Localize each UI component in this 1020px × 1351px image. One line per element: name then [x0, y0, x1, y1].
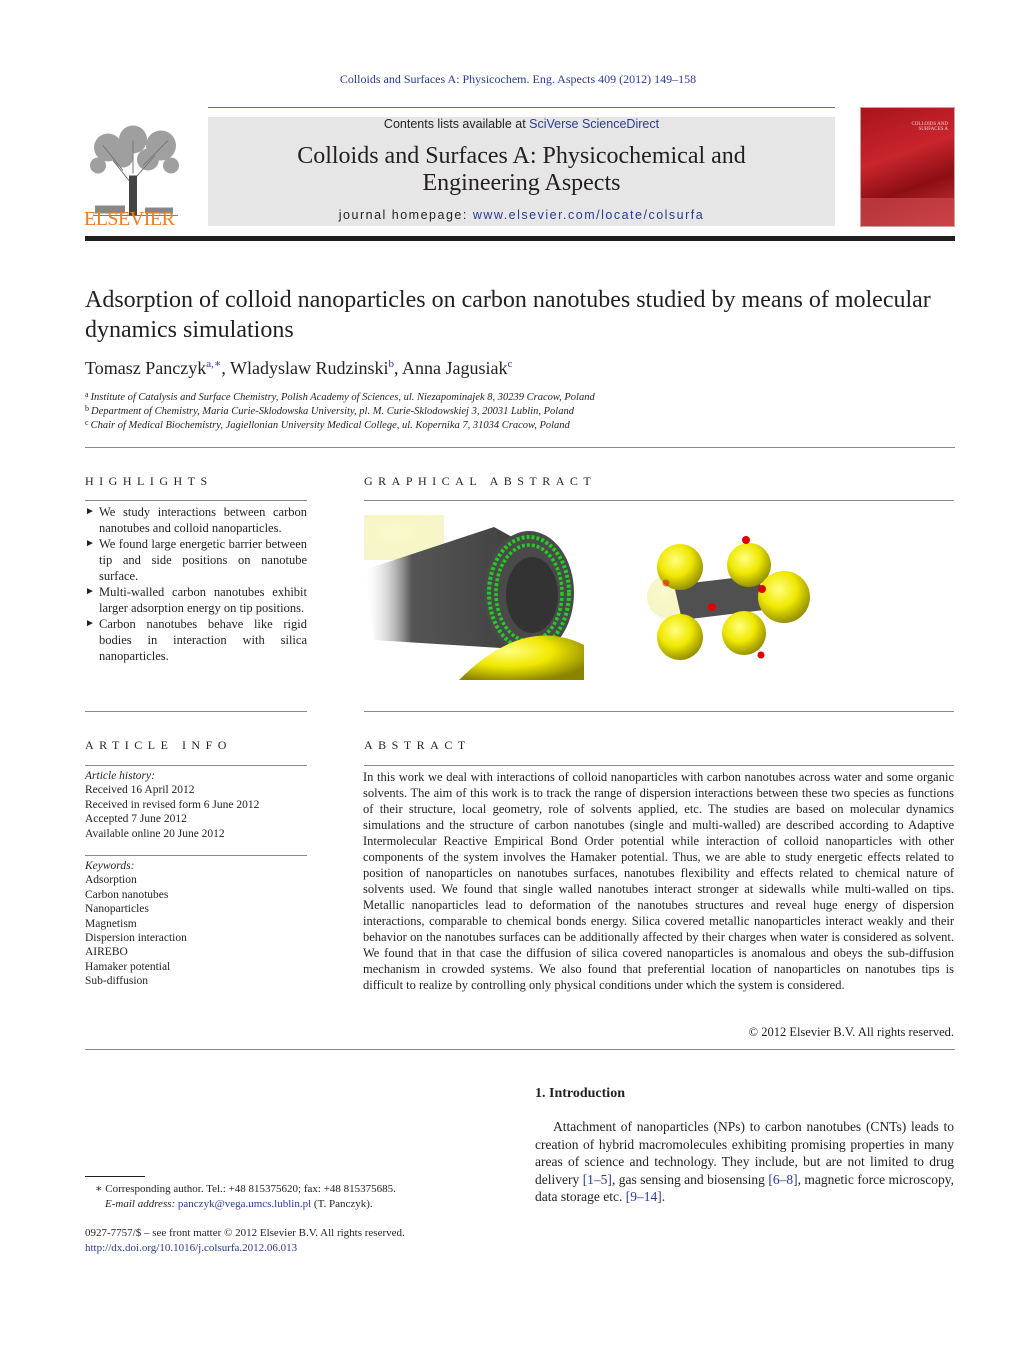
email-label: E-mail address: — [105, 1198, 178, 1210]
introduction-paragraph: Attachment of nanoparticles (NPs) to car… — [535, 1118, 954, 1206]
graphical-abstract-image[interactable] — [364, 515, 954, 680]
page-footer: 0927-7757/$ – see front matter © 2012 El… — [85, 1226, 405, 1256]
corresponding-author-footnote: ∗ Corresponding author. Tel.: +48 815375… — [95, 1182, 396, 1212]
graphical-abstract-rule — [364, 500, 954, 501]
affiliation-c: c Chair of Medical Biochemistry, Jagiello… — [85, 418, 570, 431]
email-link[interactable]: panczyk@vega.umcs.lublin.pl — [178, 1198, 311, 1210]
homepage-prefix: journal homepage: — [338, 208, 473, 222]
journal-title[interactable]: Colloids and Surfaces A: Physicochemical… — [208, 143, 835, 197]
history-item: Received in revised form 6 June 2012 — [85, 798, 260, 811]
email-suffix: (T. Panczyk). — [311, 1198, 373, 1210]
author-list: Tomasz Panczyka,∗, Wladyslaw Rudzinskib,… — [85, 358, 513, 378]
yellow-nanoparticle — [758, 571, 810, 623]
sciencedirect-link[interactable]: SciVerse ScienceDirect — [529, 117, 659, 131]
affiliation-mark: a — [85, 390, 89, 399]
citation-link[interactable]: [1–5] — [583, 1172, 612, 1187]
affiliation-text: Department of Chemistry, Maria Curie-Skl… — [91, 406, 574, 417]
author-affiliation-mark[interactable]: c — [507, 358, 512, 370]
elsevier-wordmark: ELSEVIER — [84, 208, 175, 230]
history-item: Available online 20 June 2012 — [85, 827, 225, 840]
citation-link[interactable]: [6–8] — [768, 1172, 797, 1187]
cover-band — [861, 198, 954, 226]
highlight-item: We found large energetic barrier between… — [85, 536, 307, 584]
highlights-bottom-rule — [85, 711, 307, 712]
author-affiliation-mark[interactable]: a,∗ — [206, 358, 221, 370]
author-name[interactable]: Wladyslaw Rudzinski — [230, 358, 388, 378]
nanotube-inner-hole — [506, 557, 558, 633]
keywords-rule — [85, 855, 307, 856]
footnote-rule — [85, 1176, 145, 1177]
yellow-nanoparticle — [722, 611, 766, 655]
article-title: Adsorption of colloid nanoparticles on c… — [85, 287, 931, 343]
running-head[interactable]: Colloids and Surfaces A: Physicochem. En… — [0, 72, 1020, 87]
author-affiliation-mark[interactable]: b — [388, 358, 394, 370]
footnote-text: Corresponding author. Tel.: +48 81537562… — [105, 1183, 396, 1195]
author-name[interactable]: Tomasz Panczyk — [85, 358, 206, 378]
article-info-rule — [85, 765, 307, 766]
highlights-heading: HIGHLIGHTS — [85, 474, 213, 488]
highlight-item: Multi-walled carbon nanotubes exhibit la… — [85, 584, 307, 616]
keyword: Nanoparticles — [85, 903, 149, 916]
contents-prefix: Contents lists available at — [383, 117, 530, 131]
keyword: AIREBO — [85, 946, 128, 959]
keyword: Carbon nanotubes — [85, 888, 169, 901]
keywords-label: Keywords: — [85, 860, 135, 872]
affiliation-text: Institute of Catalysis and Surface Chemi… — [90, 392, 595, 403]
abstract-heading: ABSTRACT — [364, 738, 471, 752]
abstract-rule — [364, 765, 954, 766]
journal-title-line1: Colloids and Surfaces A: Physicochemical… — [297, 143, 746, 169]
highlight-item: We study interactions between carbon nan… — [85, 504, 307, 536]
keywords: Keywords: Adsorption Carbon nanotubes Na… — [85, 859, 307, 989]
keyword: Sub-diffusion — [85, 975, 149, 988]
intro-text: , gas sensing and biosensing — [611, 1171, 769, 1187]
front-matter-divider — [85, 1049, 955, 1050]
yellow-nanoparticle — [657, 614, 703, 660]
history-item: Accepted 7 June 2012 — [85, 813, 187, 826]
contents-line: Contents lists available at SciVerse Sci… — [208, 117, 835, 131]
affiliation-mark: c — [85, 418, 89, 427]
keyword: Adsorption — [85, 874, 137, 887]
journal-title-line2: Engineering Aspects — [422, 170, 621, 196]
graphical-abstract-bottom-rule — [364, 711, 954, 712]
keyword: Hamaker potential — [85, 960, 171, 973]
abstract-text: In this work we deal with interactions o… — [363, 770, 954, 992]
highlight-item: Carbon nanotubes behave like rigid bodie… — [85, 616, 307, 664]
affiliation-b: b Department of Chemistry, Maria Curie-Sk… — [85, 404, 574, 417]
intro-text: . — [661, 1189, 666, 1205]
keyword: Dispersion interaction — [85, 932, 187, 945]
journal-cover-thumbnail[interactable]: COLLOIDS AND SURFACES A — [860, 107, 955, 227]
cover-title: COLLOIDS AND SURFACES A — [911, 122, 948, 132]
doi-link[interactable]: http://dx.doi.org/10.1016/j.colsurfa.201… — [85, 1241, 405, 1256]
affiliation-a: a Institute of Catalysis and Surface Chem… — [85, 390, 595, 403]
footnote-mark: ∗ — [95, 1183, 103, 1195]
article-info-heading: ARTICLE INFO — [85, 738, 232, 752]
keyword: Magnetism — [85, 917, 137, 930]
highlights-rule — [85, 500, 307, 501]
abstract-copyright: © 2012 Elsevier B.V. All rights reserved… — [748, 1025, 954, 1039]
history-item: Received 16 April 2012 — [85, 784, 195, 797]
highlights-list: We study interactions between carbon nan… — [85, 504, 307, 664]
homepage-link[interactable]: www.elsevier.com/locate/colsurfa — [473, 208, 704, 222]
article-history-label: Article history: — [85, 770, 155, 782]
issn-line: 0927-7757/$ – see front matter © 2012 El… — [85, 1227, 405, 1239]
journal-banner: Contents lists available at SciVerse Sci… — [208, 117, 835, 226]
author-name[interactable]: Anna Jagusiak — [402, 358, 507, 378]
citation-link[interactable]: [9–14] — [626, 1189, 662, 1204]
journal-homepage: journal homepage: www.elsevier.com/locat… — [208, 208, 835, 222]
header-divider — [208, 107, 835, 108]
header-thick-rule — [85, 236, 955, 241]
graphical-abstract-heading: GRAPHICAL ABSTRACT — [364, 474, 597, 488]
affiliations-divider — [85, 447, 955, 448]
affiliation-text: Chair of Medical Biochemistry, Jagiellon… — [90, 420, 570, 431]
section-heading-introduction: 1. Introduction — [535, 1086, 625, 1101]
affiliation-mark: b — [85, 404, 89, 413]
article-history: Article history: Received 16 April 2012 … — [85, 769, 307, 841]
